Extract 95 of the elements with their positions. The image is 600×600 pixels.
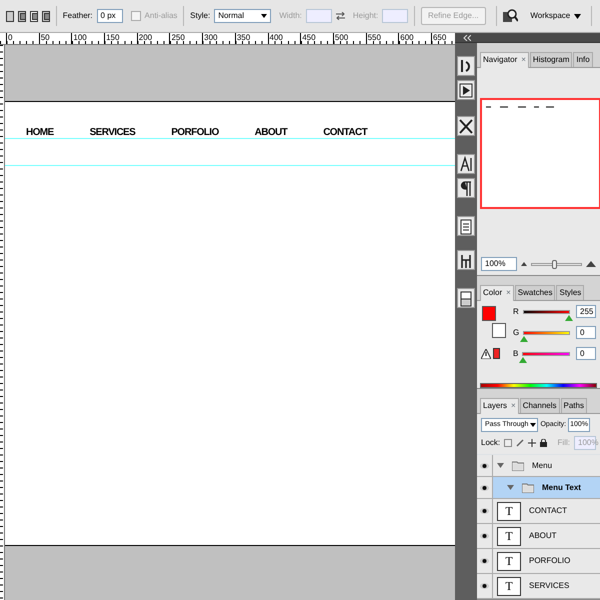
channel-value-field[interactable]: 255 — [576, 305, 596, 318]
close-tab-icon[interactable]: × — [521, 54, 526, 67]
gamut-warning-icon[interactable] — [481, 349, 491, 359]
caret-icon — [261, 14, 268, 18]
move-icon[interactable] — [528, 439, 536, 447]
workspace-menu[interactable]: Workspace — [530, 10, 570, 22]
large-mountain-icon[interactable] — [586, 261, 596, 267]
eye-icon[interactable] — [480, 484, 489, 490]
brush-icon[interactable] — [516, 439, 524, 447]
panel-tab[interactable]: Channels — [520, 398, 560, 413]
eye-icon[interactable] — [480, 558, 489, 564]
panel-tab[interactable]: Histogram — [530, 52, 572, 67]
ruler-number: 250 — [171, 33, 185, 42]
gamut-color-swatch[interactable] — [493, 348, 500, 359]
slider-thumb-icon[interactable] — [520, 336, 528, 342]
panel-tab[interactable]: Styles — [556, 285, 584, 300]
ruler-number: 550 — [368, 33, 381, 42]
lock-transparency-icon[interactable] — [504, 439, 512, 447]
feather-label: Feather: — [62, 10, 93, 22]
small-mountain-icon[interactable] — [521, 262, 527, 266]
menu-link-text: HOME — [26, 127, 54, 138]
style-dropdown[interactable]: Normal — [214, 9, 272, 23]
tool-presets-icon[interactable] — [457, 116, 475, 136]
ruler-number: 0 — [8, 33, 12, 42]
expand-triangle-icon[interactable] — [497, 462, 504, 469]
ruler-number: 400 — [270, 33, 283, 42]
ruler-number: 300 — [204, 33, 218, 42]
channel-value-field[interactable]: 0 — [576, 326, 596, 339]
ruler-number: 450 — [302, 33, 316, 42]
menu-link-text: CONTACT — [323, 127, 368, 138]
lock-icon[interactable] — [540, 439, 548, 447]
menu-link-text: PORFOLIO — [171, 127, 219, 138]
caret-icon — [530, 423, 536, 427]
folder-icon — [522, 482, 534, 492]
height-label: Height: — [352, 10, 378, 22]
style-value: Normal — [218, 10, 244, 22]
width-label: Width: — [279, 10, 302, 22]
channel-value-field[interactable]: 0 — [576, 347, 596, 360]
ruler-number: 500 — [334, 33, 348, 42]
style-label: Style: — [190, 10, 210, 22]
layer-row[interactable]: Menu Text — [493, 477, 600, 498]
menu-link-text: SERVICES — [90, 127, 136, 138]
foreground-color-swatch[interactable] — [482, 306, 496, 321]
text-layer-thumbnail: T — [497, 576, 521, 596]
selection-mode-icon[interactable] — [6, 10, 14, 22]
eye-icon[interactable] — [480, 508, 489, 514]
panel-tab[interactable]: Layers × — [480, 398, 519, 414]
background-color-swatch[interactable] — [492, 323, 506, 338]
layer-row[interactable]: T CONTACT — [493, 499, 600, 523]
anti-alias-label: Anti-alias — [144, 10, 178, 22]
ruler-number: 200 — [138, 33, 152, 42]
text-layer-thumbnail: T — [497, 526, 521, 546]
channel-label: R — [513, 306, 519, 318]
ruler-number: 50 — [40, 33, 50, 42]
workspace-icon[interactable] — [502, 8, 518, 24]
eye-icon[interactable] — [480, 583, 489, 589]
layer-row[interactable]: T ABOUT — [493, 524, 600, 548]
collapse-chevrons-icon[interactable] — [463, 34, 471, 40]
ruler-number: 150 — [106, 33, 120, 42]
eye-icon[interactable] — [480, 462, 489, 468]
eye-icon[interactable] — [480, 533, 489, 539]
ruler-number: 600 — [400, 33, 414, 42]
panel-tab[interactable]: Navigator × — [480, 52, 529, 68]
feather-field[interactable]: 0 px — [96, 9, 123, 23]
swap-arrows-icon[interactable] — [336, 12, 345, 20]
menu-link-text: ABOUT — [254, 127, 288, 138]
fill-label: Fill: — [558, 437, 570, 449]
slider-thumb-icon[interactable] — [519, 356, 528, 362]
layer-row[interactable]: T PORFOLIO — [493, 549, 600, 573]
ruler-number: 350 — [236, 33, 250, 42]
panel-tab[interactable]: Color × — [480, 285, 514, 301]
panel-tab[interactable]: Swatches — [514, 285, 556, 300]
close-tab-icon[interactable]: × — [506, 287, 511, 300]
ruler-number: 650 — [432, 33, 446, 42]
layer-row[interactable]: T SERVICES — [493, 574, 600, 598]
panel-tab[interactable]: Info — [573, 52, 593, 67]
channel-label: G — [513, 326, 520, 338]
folder-icon — [512, 460, 524, 470]
expand-triangle-icon[interactable] — [507, 484, 514, 491]
lock-label: Lock: — [481, 437, 500, 449]
caret-icon[interactable] — [574, 14, 582, 18]
color-spectrum-bar[interactable] — [480, 383, 597, 388]
layer-row[interactable]: Menu — [493, 455, 600, 476]
selection-mode-icon[interactable] — [42, 10, 50, 22]
ruler-number: 100 — [73, 33, 87, 42]
zoom-field[interactable]: 100% — [481, 257, 517, 271]
zoom-slider-thumb[interactable] — [552, 260, 558, 268]
play-icon[interactable] — [457, 80, 475, 100]
text-layer-thumbnail: T — [497, 552, 521, 570]
close-tab-icon[interactable]: × — [511, 400, 516, 413]
panel-tab[interactable]: Paths — [560, 398, 587, 413]
selection-mode-icon[interactable] — [18, 10, 26, 22]
selection-mode-icon[interactable] — [30, 10, 38, 22]
channel-label: B — [513, 348, 518, 360]
text-layer-thumbnail: T — [497, 502, 521, 520]
